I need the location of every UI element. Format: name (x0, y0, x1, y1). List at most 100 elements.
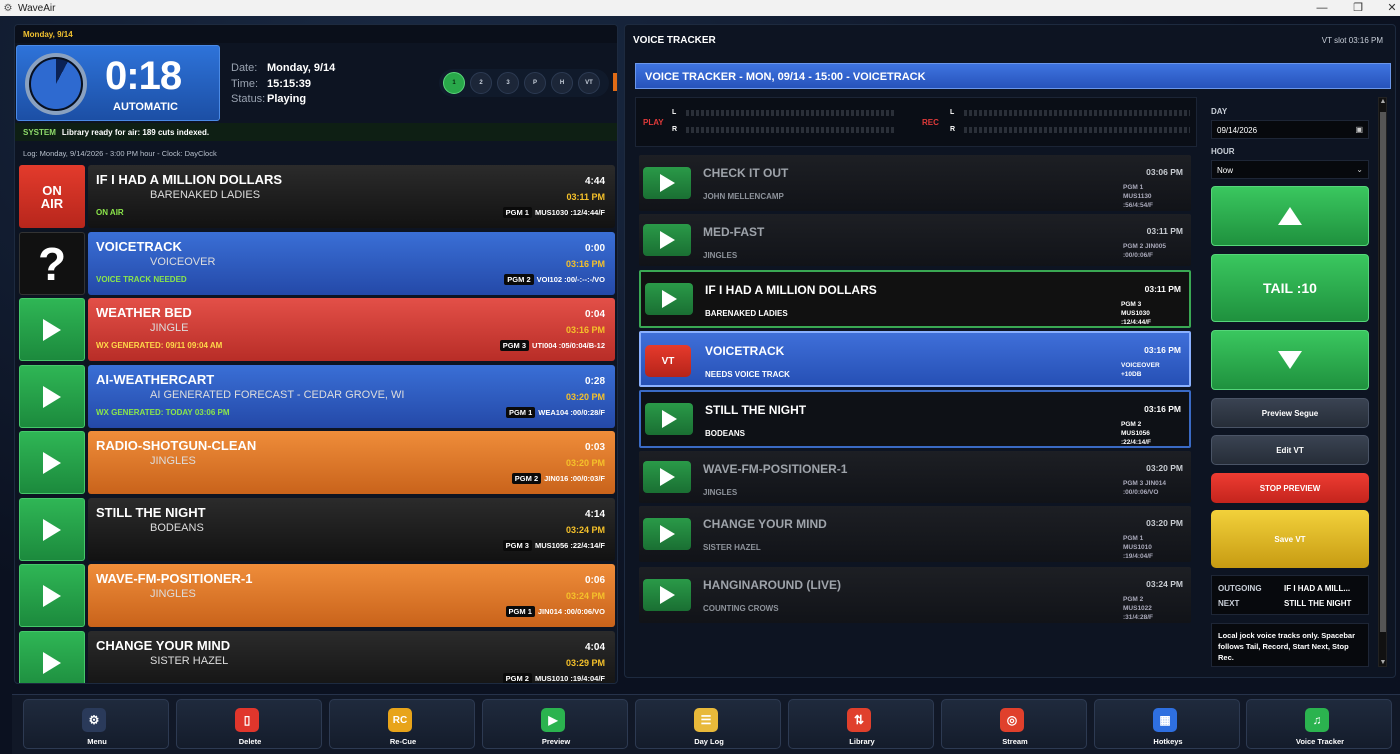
day-date-input[interactable]: 09/14/2026 ▣ (1211, 120, 1369, 139)
preview-segue-button[interactable]: Preview Segue (1211, 398, 1369, 428)
play-button[interactable] (19, 631, 85, 683)
hour-button-3[interactable]: 3 (497, 72, 519, 94)
list-item[interactable]: RADIO-SHOTGUN-CLEAN JINGLES 0:03 03:20 P… (19, 431, 615, 494)
track-code: PGM 1 MUS1010:19/4:04/F (1123, 535, 1153, 560)
hour-button-1[interactable]: 1 (443, 72, 465, 94)
stop-preview-button[interactable]: STOP PREVIEW (1211, 473, 1369, 503)
track-row-voicetrack[interactable]: VT VOICETRACK NEEDS VOICE TRACK 03:16 PM… (639, 331, 1191, 387)
play-icon (659, 525, 675, 543)
scroll-down-icon[interactable]: ▼ (1379, 659, 1387, 666)
play-icon (43, 318, 61, 341)
on-air-label: ON AIR (40, 182, 64, 211)
list-item[interactable]: CHANGE YOUR MIND SISTER HAZEL 4:04 03:29… (19, 631, 615, 683)
hour-label: HOUR (1211, 147, 1235, 156)
play-button[interactable] (19, 498, 85, 561)
unknown-cart-button[interactable]: ? (19, 232, 85, 295)
play-button[interactable] (643, 579, 691, 611)
list-item[interactable]: AI-WEATHERCART AI GENERATED FORECAST - C… (19, 365, 615, 428)
pgm-badge: PGM 3 (499, 340, 530, 351)
track-row[interactable]: CHANGE YOUR MIND SISTER HAZEL 03:20 PM P… (639, 506, 1191, 562)
track-artist: COUNTING CROWS (703, 604, 779, 613)
track-row[interactable]: CHECK IT OUT JOHN MELLENCAMP 03:06 PM PG… (639, 155, 1191, 211)
track-code: PGM 1 MUS1130:56/4:54/F (1123, 184, 1153, 209)
menu-button[interactable]: ⚙ Menu (23, 699, 169, 749)
panel-title: VOICE TRACKER (633, 35, 716, 46)
play-button[interactable] (645, 403, 693, 435)
hour-button-p[interactable]: P (524, 72, 546, 94)
play-button[interactable] (19, 431, 85, 494)
hour-button-2[interactable]: 2 (470, 72, 492, 94)
play-button[interactable] (19, 298, 85, 361)
sort-icon: ⇅ (847, 708, 871, 732)
play-button[interactable] (19, 365, 85, 428)
recue-button[interactable]: RC Re-Cue (329, 699, 475, 749)
save-vt-button[interactable]: Save VT (1211, 510, 1369, 568)
scroll-up-icon[interactable]: ▲ (1379, 98, 1387, 105)
hour-select[interactable]: Now ⌄ (1211, 160, 1369, 179)
track-artist: SISTER HAZEL (703, 543, 761, 552)
play-button[interactable] (643, 167, 691, 199)
list-item[interactable]: STILL THE NIGHT BODEANS 4:14 03:24 PM PG… (19, 498, 615, 561)
stream-button[interactable]: ◎ Stream (941, 699, 1087, 749)
list-item[interactable]: ON AIR IF I HAD A MILLION DOLLARS BARENAK… (19, 165, 615, 228)
track-time: 03:11 PM (1146, 226, 1183, 236)
track-time: 03:11 PM (1144, 284, 1181, 294)
play-icon (659, 231, 675, 249)
edit-vt-button[interactable]: Edit VT (1211, 435, 1369, 465)
day-label: DAY (1211, 107, 1228, 116)
list-item[interactable]: WAVE-FM-POSITIONER-1 JINGLES 0:06 03:24 … (19, 564, 615, 627)
cart-code: PGM 2 JIN016 :00/0:03/F (511, 473, 605, 484)
delete-button[interactable]: ▯ Delete (176, 699, 322, 749)
preview-button[interactable]: ▶ Preview (482, 699, 628, 749)
down-arrow-icon (1278, 351, 1302, 369)
track-row[interactable]: MED-FAST JINGLES 03:11 PM PGM 2 JIN005:0… (639, 214, 1191, 266)
list-item[interactable]: WEATHER BED JINGLE WX GENERATED: 09/11 0… (19, 298, 615, 361)
track-code: PGM 3 JIN014:00/0:06/VO (1123, 480, 1166, 496)
restore-icon[interactable]: ❐ (1344, 0, 1372, 16)
cut-code: MUS1010 :19/4:04/F (534, 674, 605, 683)
cart-time: 03:24 PM (565, 525, 605, 535)
on-air-button[interactable]: ON AIR (19, 165, 85, 228)
move-down-button[interactable] (1211, 330, 1369, 390)
track-row-next[interactable]: STILL THE NIGHT BODEANS 03:16 PM PGM 2 MU… (639, 390, 1191, 448)
scroll-thumb[interactable] (1380, 112, 1386, 632)
voice-tracker-panel: VOICE TRACKER VT slot 03:16 PM VOICE TRA… (624, 24, 1396, 678)
tail-button[interactable]: TAIL :10 (1211, 254, 1369, 322)
alert-indicator (613, 73, 617, 91)
library-button[interactable]: ⇅ Library (788, 699, 934, 749)
list-item[interactable]: ? VOICETRACK VOICEOVER VOICE TRACK NEEDE… (19, 232, 615, 295)
cart-time: 03:24 PM (565, 591, 605, 601)
cart-body: WAVE-FM-POSITIONER-1 JINGLES 0:06 03:24 … (88, 564, 615, 627)
pgm-badge: PGM 1 (502, 207, 532, 218)
cart-code: PGM 2 VOI102 :00/-:--:-/VO (504, 274, 605, 285)
cart-artist: BODEANS (150, 522, 204, 534)
scrollbar[interactable]: ▲ ▼ (1378, 97, 1387, 667)
cart-duration: 0:04 (584, 309, 605, 320)
bottom-toolbar: ⚙ Menu ▯ Delete RC Re-Cue ▶ Preview ☰ Da… (12, 694, 1400, 754)
track-artist: BODEANS (705, 429, 746, 438)
track-row[interactable]: HANGINAROUND (LIVE) COUNTING CROWS 03:24… (639, 567, 1191, 623)
hour-button-h[interactable]: H (551, 72, 573, 94)
pgm-badge: PGM 1 (505, 606, 535, 617)
vt-button[interactable]: VT (645, 345, 691, 377)
play-button[interactable] (643, 461, 691, 493)
play-button[interactable] (645, 283, 693, 315)
play-icon (659, 468, 675, 486)
calendar-icon[interactable]: ▣ (1355, 125, 1363, 134)
close-icon[interactable]: ✕ (1378, 0, 1400, 16)
track-row[interactable]: WAVE-FM-POSITIONER-1 JINGLES 03:20 PM PG… (639, 451, 1191, 503)
hotkeys-button[interactable]: ▦ Hotkeys (1094, 699, 1240, 749)
track-row-current[interactable]: IF I HAD A MILLION DOLLARS BARENAKED LAD… (639, 270, 1191, 328)
day-log-button[interactable]: ☰ Day Log (635, 699, 781, 749)
track-artist: JOHN MELLENCAMP (703, 192, 784, 201)
play-button[interactable] (643, 518, 691, 550)
play-icon (659, 174, 675, 192)
play-button[interactable] (643, 224, 691, 256)
minimize-icon[interactable]: — (1308, 0, 1336, 16)
move-up-button[interactable] (1211, 186, 1369, 246)
pgm-badge: PGM 2 (502, 673, 532, 683)
voice-tracker-button[interactable]: ♫ Voice Tracker (1246, 699, 1392, 749)
delete-label: Delete (238, 737, 262, 746)
play-button[interactable] (19, 564, 85, 627)
hour-button-vt[interactable]: VT (578, 72, 600, 94)
